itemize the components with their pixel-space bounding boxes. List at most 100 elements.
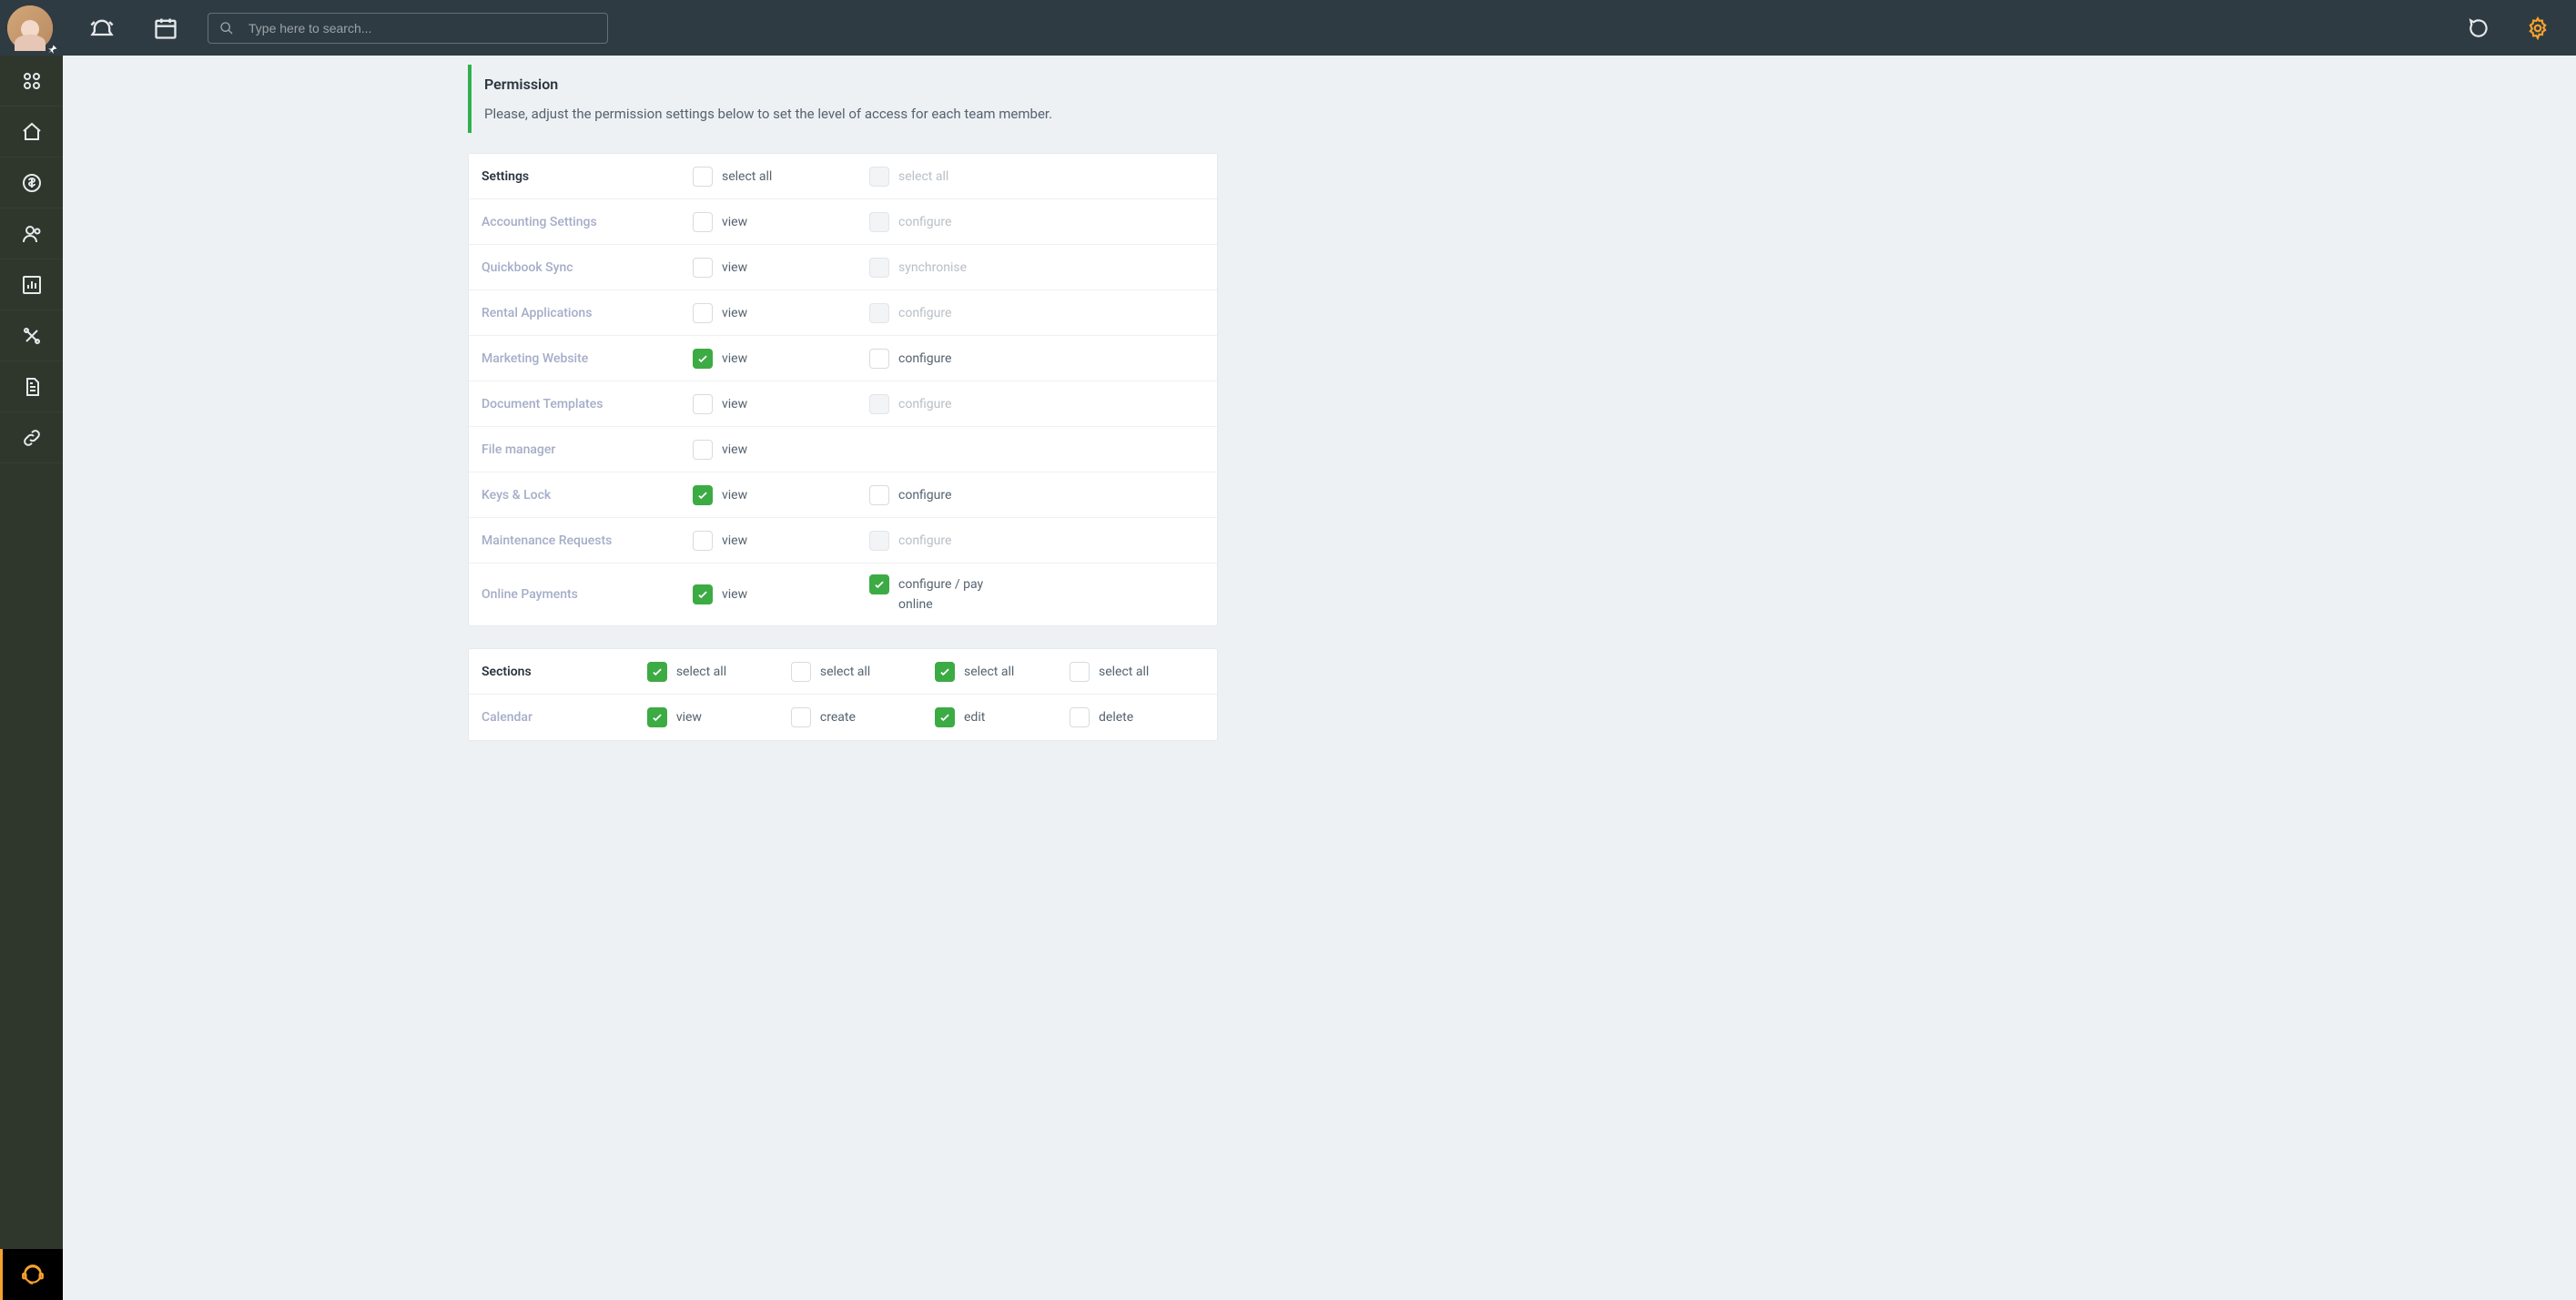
settings-row: Maintenance Requests view configure [469,518,1217,564]
sections-0-c1-checkbox[interactable] [647,707,667,727]
pin-icon [47,44,58,55]
leftrail [0,56,63,1300]
rail-home[interactable] [0,107,63,157]
rail-support[interactable] [0,1249,63,1300]
settings-0-c1-label: view [722,212,747,232]
settings-4-c2-label: configure [898,394,951,414]
settings-row: Marketing Website view configure [469,336,1217,381]
settings-selectall-1-checkbox[interactable] [693,167,713,187]
sections-0-c3-label: edit [964,707,985,727]
settings-7-c2-checkbox [869,531,889,551]
sections-header-label: Sections [482,665,647,679]
settings-row: Document Templates view configure [469,381,1217,427]
settings-4-c2-checkbox [869,394,889,414]
settings-header-row: Settings select all select all [469,154,1217,199]
settings-selectall-2-checkbox [869,167,889,187]
settings-row-label: Rental Applications [482,306,693,320]
settings-2-c1-label: view [722,303,747,323]
settings-1-c2-checkbox [869,258,889,278]
settings-8-c2-checkbox[interactable] [869,574,889,594]
sections-0-c4-label: delete [1099,707,1133,727]
sections-selectall-1-checkbox[interactable] [647,662,667,682]
settings-row-label: Marketing Website [482,351,693,366]
sections-selectall-2-label: select all [820,662,870,682]
settings-row-label: Document Templates [482,397,693,411]
settings-3-c2-label: configure [898,349,951,369]
settings-panel: Settings select all select all Accountin… [468,153,1218,626]
user-avatar[interactable] [7,5,53,51]
sections-row-label: Calendar [482,710,647,725]
sections-header-row: Sections select all select all select al… [469,649,1217,695]
settings-row: Keys & Lock view configure [469,472,1217,518]
settings-row: File manager view [469,427,1217,472]
settings-6-c1-checkbox[interactable] [693,485,713,505]
sections-0-c4-checkbox[interactable] [1070,707,1090,727]
sections-selectall-4-label: select all [1099,662,1149,682]
settings-row-label: Accounting Settings [482,215,693,229]
settings-8-c1-checkbox[interactable] [693,584,713,604]
sections-0-c2-label: create [820,707,856,727]
settings-3-c1-checkbox[interactable] [693,349,713,369]
settings-1-c1-label: view [722,258,747,278]
settings-7-c2-label: configure [898,531,951,551]
rail-person[interactable] [0,208,63,259]
rail-document[interactable] [0,361,63,412]
main-content: Permission Please, adjust the permission… [63,56,2576,1300]
settings-0-c1-checkbox[interactable] [693,212,713,232]
settings-5-c1-label: view [722,440,747,460]
settings-7-c1-checkbox[interactable] [693,531,713,551]
settings-selectall-2-label: select all [898,167,948,187]
alarm-icon[interactable] [80,6,124,50]
sections-0-c1-label: view [676,707,702,727]
settings-gear-icon[interactable] [2516,6,2560,50]
topbar [0,0,2576,56]
sections-selectall-4-checkbox[interactable] [1070,662,1090,682]
sections-panel: Sections select all select all select al… [468,648,1218,741]
settings-4-c1-label: view [722,394,747,414]
sections-0-c2-checkbox[interactable] [791,707,811,727]
settings-1-c1-checkbox[interactable] [693,258,713,278]
permission-description: Please, adjust the permission settings b… [484,106,1316,122]
permission-title: Permission [484,76,1316,93]
calendar-icon[interactable] [144,6,188,50]
settings-row: Rental Applications view configure [469,290,1217,336]
rail-tools[interactable] [0,310,63,361]
settings-1-c2-label: synchronise [898,258,967,278]
settings-2-c2-checkbox [869,303,889,323]
settings-8-c2-label: configure / pay online [898,574,985,614]
settings-row-label: Maintenance Requests [482,533,693,548]
sections-selectall-2-checkbox[interactable] [791,662,811,682]
rail-money[interactable] [0,157,63,208]
settings-row: Accounting Settings view configure [469,199,1217,245]
settings-4-c1-checkbox[interactable] [693,394,713,414]
settings-row-label: Keys & Lock [482,488,693,503]
permission-header: Permission Please, adjust the permission… [468,65,1316,133]
sections-selectall-3-checkbox[interactable] [935,662,955,682]
search-box[interactable] [208,13,608,44]
settings-row-label: Quickbook Sync [482,260,693,275]
sections-selectall-3-label: select all [964,662,1014,682]
sections-selectall-1-label: select all [676,662,726,682]
settings-3-c2-checkbox[interactable] [869,349,889,369]
rail-link[interactable] [0,412,63,463]
settings-5-c1-checkbox[interactable] [693,440,713,460]
sections-row: Calendar view create edit delete [469,695,1217,740]
settings-2-c1-checkbox[interactable] [693,303,713,323]
settings-2-c2-label: configure [898,303,951,323]
rail-apps[interactable] [0,56,63,107]
settings-6-c2-checkbox[interactable] [869,485,889,505]
settings-0-c2-checkbox [869,212,889,232]
settings-7-c1-label: view [722,531,747,551]
settings-header-label: Settings [482,169,693,184]
rail-reports[interactable] [0,259,63,310]
chat-icon[interactable] [2458,6,2501,50]
settings-selectall-1-label: select all [722,167,772,187]
settings-3-c1-label: view [722,349,747,369]
settings-0-c2-label: configure [898,212,951,232]
settings-row-label: File manager [482,442,693,457]
settings-8-c1-label: view [722,584,747,604]
search-input[interactable] [248,21,596,36]
sections-0-c3-checkbox[interactable] [935,707,955,727]
settings-row-label: Online Payments [482,587,693,602]
settings-6-c2-label: configure [898,485,951,505]
